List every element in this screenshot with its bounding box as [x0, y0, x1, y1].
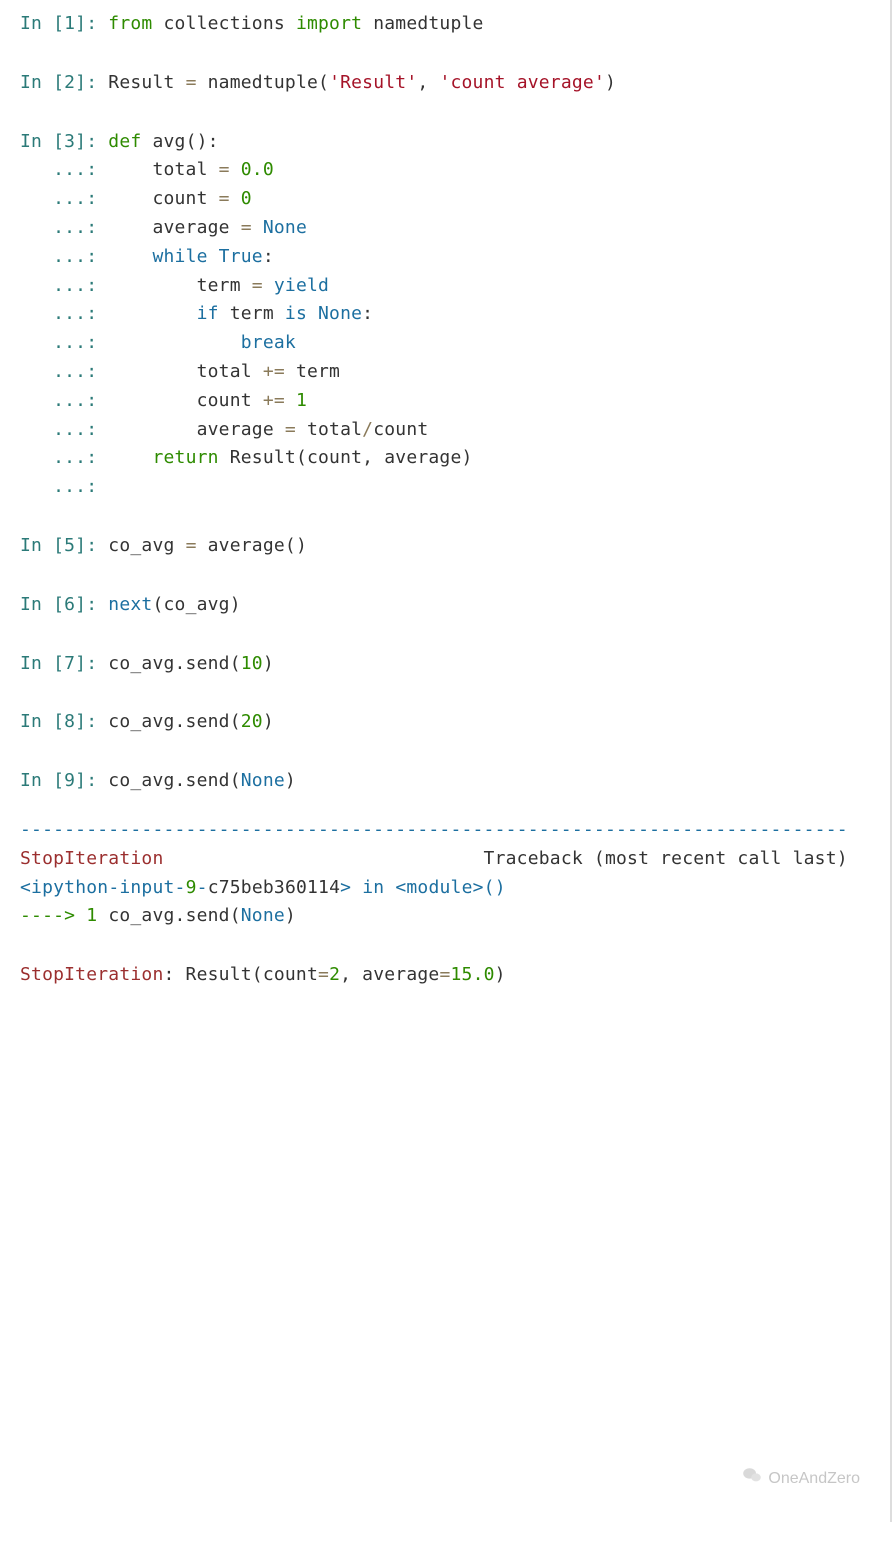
exception-name: StopIteration: [20, 848, 163, 869]
keyword-yield: yield: [263, 275, 329, 296]
prompt-cont: ...:: [20, 217, 108, 238]
keyword-while: while: [152, 246, 207, 267]
keyword-is: is: [285, 303, 307, 324]
prompt-cont: ...:: [20, 476, 108, 497]
code-line: ...: total += term: [20, 358, 890, 387]
code-line: In [9]: co_avg.send(None): [20, 767, 890, 796]
prompt-in: In [9]:: [20, 770, 108, 791]
wechat-icon: [742, 1466, 762, 1492]
code-line: ...: total = 0.0: [20, 156, 890, 185]
code-session: In [1]: from collections import namedtup…: [0, 0, 892, 1522]
prompt-cont: ...:: [20, 275, 108, 296]
traceback-result: StopIteration: Result(count=2, average=1…: [20, 961, 890, 990]
watermark-text: OneAndZero: [768, 1466, 860, 1492]
prompt-cont: ...:: [20, 159, 108, 180]
prompt-in: In [6]:: [20, 594, 108, 615]
keyword-def: def: [108, 131, 141, 152]
exception-name: StopIteration: [20, 964, 163, 985]
arrow-icon: ---->: [20, 905, 86, 926]
cell-in-6: In [6]: next(co_avg): [20, 591, 890, 620]
traceback-separator: ----------------------------------------…: [20, 816, 860, 845]
code-line: In [1]: from collections import namedtup…: [20, 10, 890, 39]
module-name: collections: [152, 13, 295, 34]
prompt-cont: ...:: [20, 246, 108, 267]
prompt-cont: ...:: [20, 361, 108, 382]
string-literal: 'count average': [439, 72, 605, 93]
prompt-cont: ...:: [20, 303, 108, 324]
prompt-in: In [1]:: [20, 13, 108, 34]
code-line: In [7]: co_avg.send(10): [20, 650, 890, 679]
prompt-in: In [3]:: [20, 131, 108, 152]
prompt-in: In [2]:: [20, 72, 108, 93]
watermark: OneAndZero: [742, 1466, 860, 1492]
code-line: In [6]: next(co_avg): [20, 591, 890, 620]
keyword-if: if: [197, 303, 219, 324]
cell-in-1: In [1]: from collections import namedtup…: [20, 10, 890, 39]
prompt-in: In [8]:: [20, 711, 108, 732]
builtin-next: next: [108, 594, 152, 615]
code-line: In [8]: co_avg.send(20): [20, 708, 890, 737]
code-line: In [3]: def avg():: [20, 128, 890, 157]
keyword-break: break: [241, 332, 296, 353]
string-literal: 'Result': [329, 72, 417, 93]
traceback-frame: <ipython-input-9-c75beb360114> in <modul…: [20, 874, 860, 903]
keyword-import: import: [296, 13, 362, 34]
code-line: ...: while True:: [20, 243, 890, 272]
code-line: In [2]: Result = namedtuple('Result', 'c…: [20, 69, 890, 98]
code-line: In [5]: co_avg = average(): [20, 532, 890, 561]
cell-in-8: In [8]: co_avg.send(20): [20, 708, 890, 737]
keyword-return: return: [152, 447, 218, 468]
code-line: ...: count = 0: [20, 185, 890, 214]
cell-in-3: In [3]: def avg(): ...: total = 0.0 ...:…: [20, 128, 890, 502]
identifier: namedtuple: [362, 13, 483, 34]
cell-in-5: In [5]: co_avg = average(): [20, 532, 890, 561]
prompt-cont: ...:: [20, 447, 108, 468]
code-line: ...: if term is None:: [20, 300, 890, 329]
cell-in-7: In [7]: co_avg.send(10): [20, 650, 890, 679]
code-line: ...: average = total/count: [20, 416, 890, 445]
keyword-from: from: [108, 13, 152, 34]
code-line: ...: average = None: [20, 214, 890, 243]
cell-in-2: In [2]: Result = namedtuple('Result', 'c…: [20, 69, 890, 98]
code-line: ...: break: [20, 329, 890, 358]
exception-result: StopIteration: Result(count=2, average=1…: [20, 961, 860, 990]
cell-in-9: In [9]: co_avg.send(None): [20, 767, 890, 796]
prompt-cont: ...:: [20, 332, 108, 353]
code-line: ...: return Result(count, average): [20, 444, 890, 473]
code-line: ...: term = yield: [20, 272, 890, 301]
prompt-in: In [5]:: [20, 535, 108, 556]
prompt-cont: ...:: [20, 188, 108, 209]
prompt-cont: ...:: [20, 419, 108, 440]
code-line: ...: count += 1: [20, 387, 890, 416]
traceback-arrow-line: ----> 1 co_avg.send(None): [20, 902, 860, 931]
traceback-header: StopIteration Traceback (most recent cal…: [20, 845, 860, 874]
code-line: ...:: [20, 473, 890, 502]
traceback-block: ----------------------------------------…: [20, 816, 890, 931]
prompt-cont: ...:: [20, 390, 108, 411]
prompt-in: In [7]:: [20, 653, 108, 674]
